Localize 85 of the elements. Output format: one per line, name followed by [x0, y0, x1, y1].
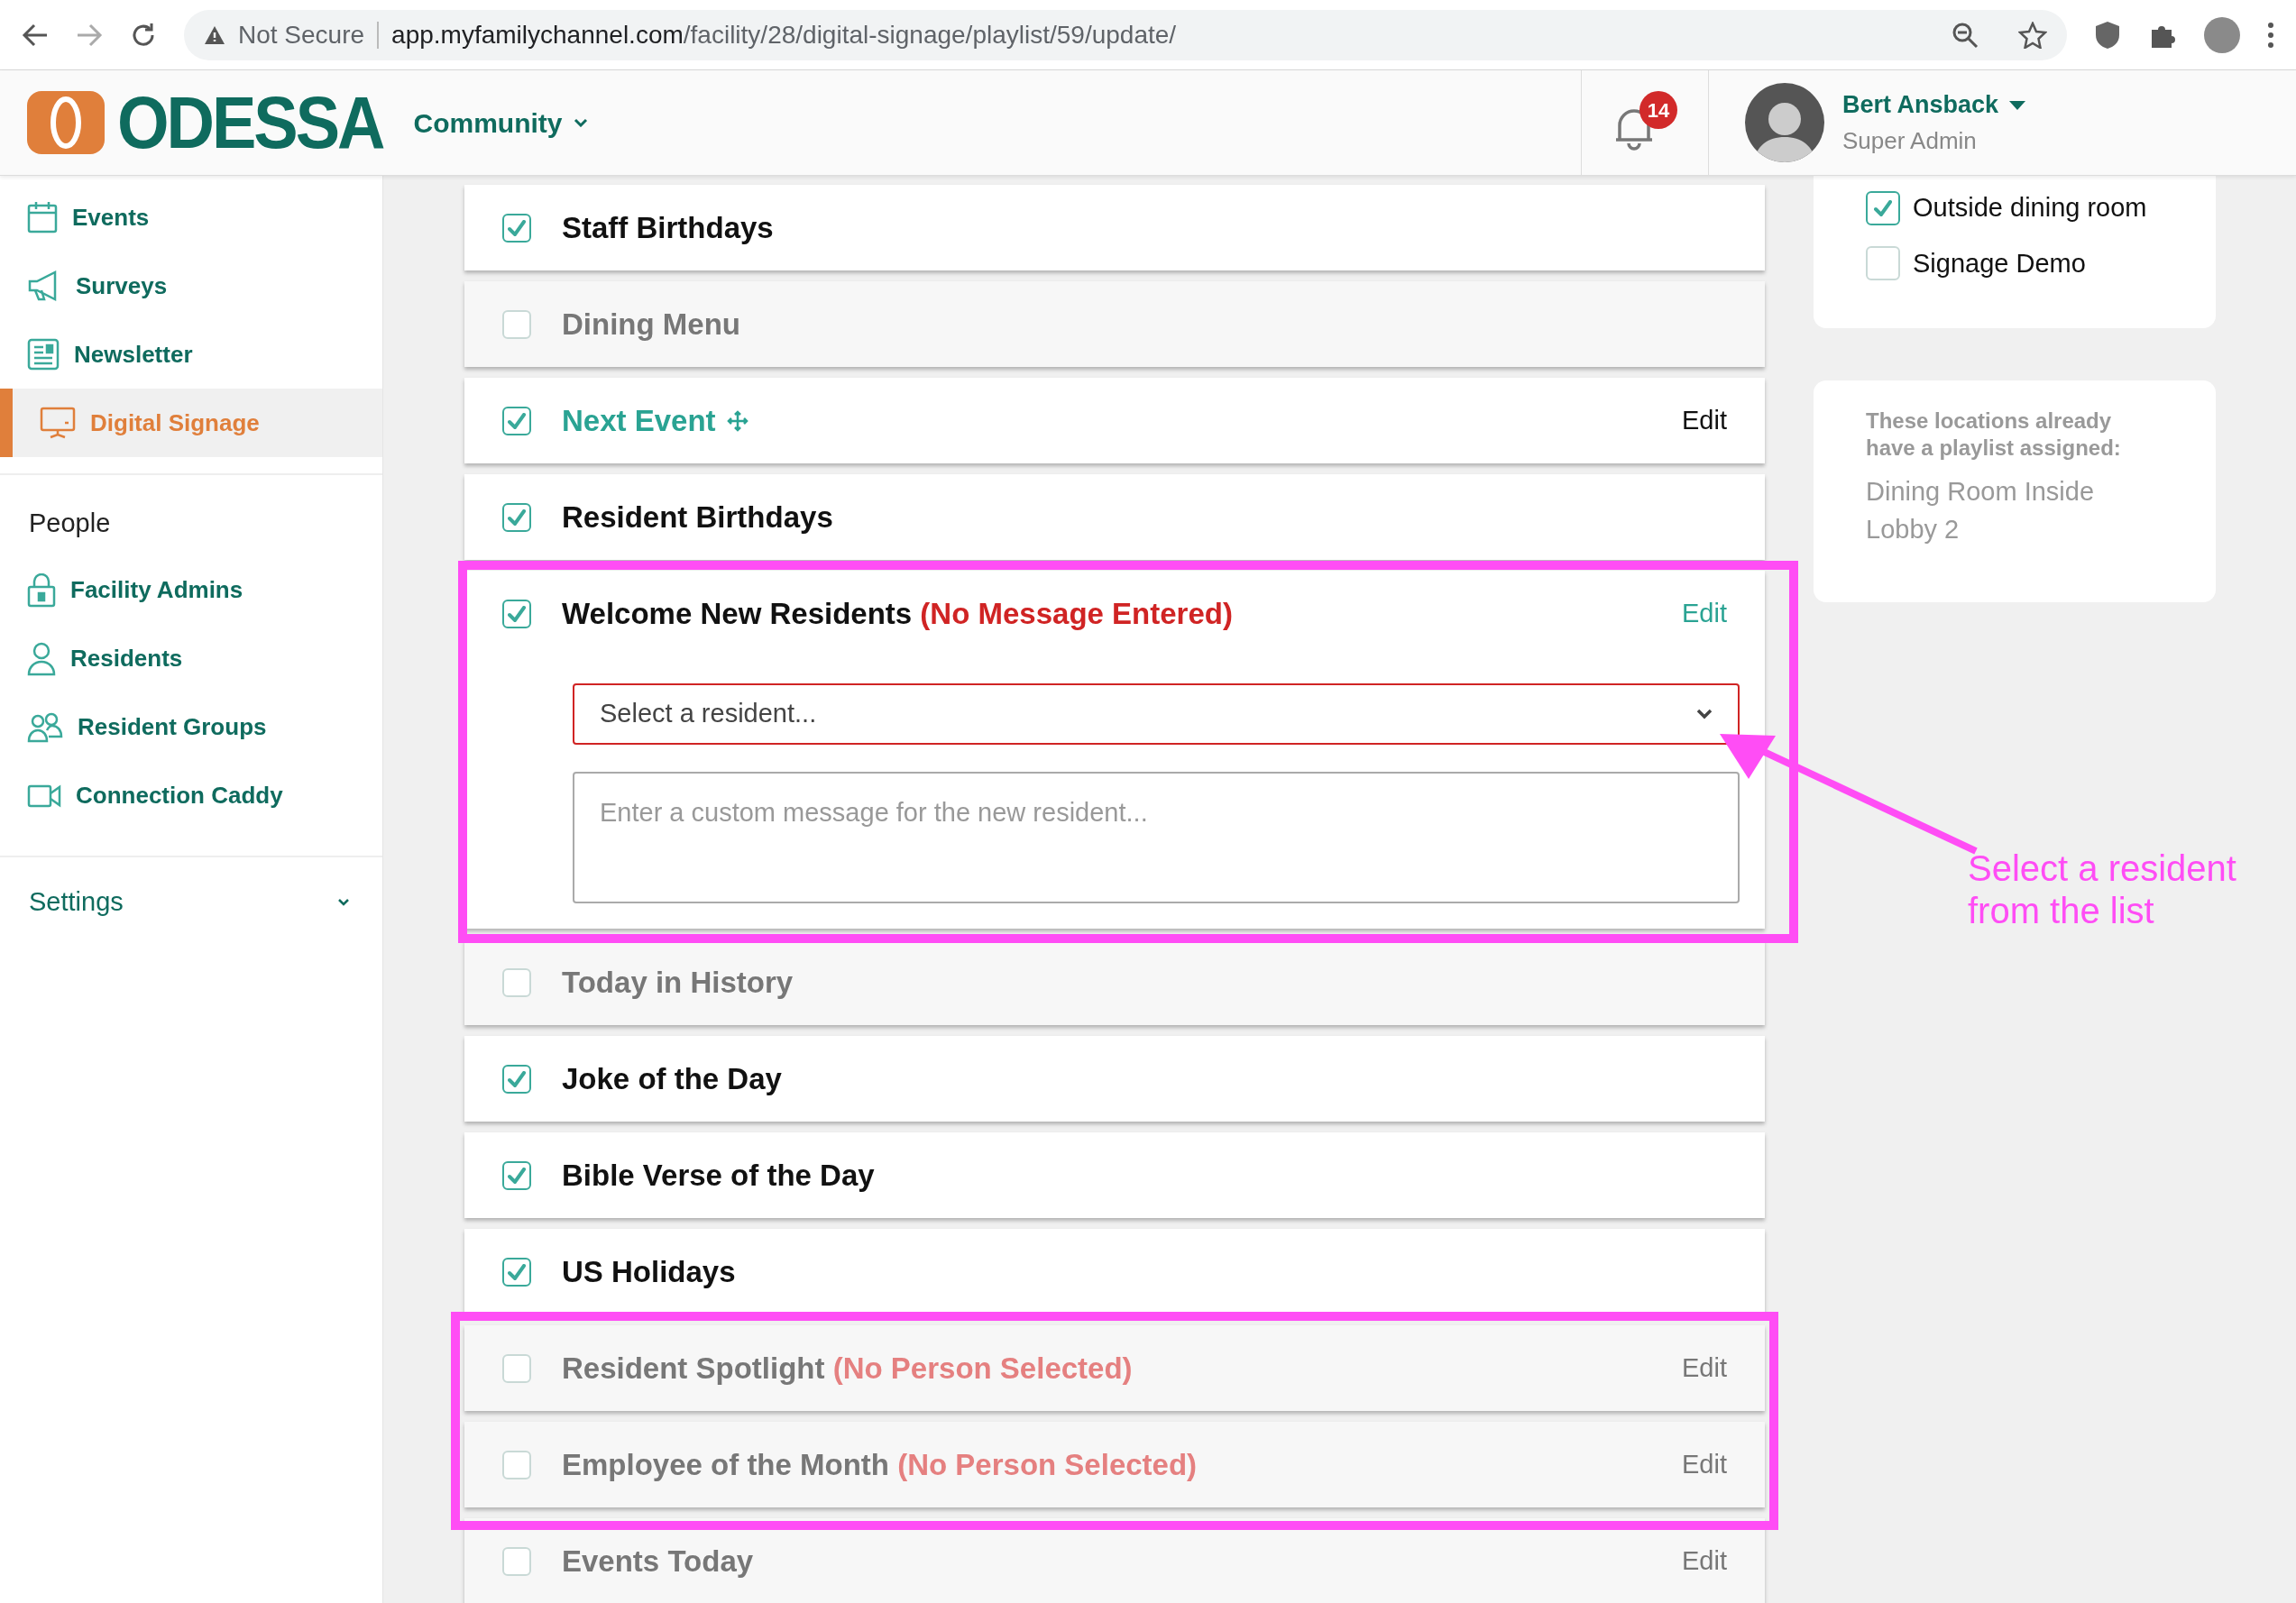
playlist-title: Next Event	[562, 402, 716, 439]
sidebar-item[interactable]: Events	[0, 183, 382, 252]
menu-icon[interactable]	[2267, 21, 2274, 49]
sidebar-item[interactable]: Resident Groups	[0, 692, 382, 762]
person-icon	[27, 641, 56, 676]
forward-icon[interactable]	[76, 22, 103, 48]
edit-link[interactable]: Edit	[1682, 1444, 1727, 1485]
caret-icon[interactable]	[2009, 100, 2025, 110]
lock-icon	[27, 572, 56, 608]
playlist-title: US Holidays	[562, 1253, 736, 1290]
checkbox[interactable]	[502, 1353, 531, 1383]
edit-link[interactable]: Edit	[1682, 400, 1727, 441]
checkbox[interactable]	[1866, 246, 1900, 281]
playlist-title: Today in History	[562, 964, 794, 1001]
check-icon	[508, 1263, 526, 1280]
chevron-down-icon	[573, 118, 588, 127]
shield-icon[interactable]	[2094, 20, 2121, 50]
location-name: Lobby 2	[1866, 514, 1961, 545]
checkbox[interactable]	[502, 1450, 531, 1479]
notification-bell[interactable]: 14	[1612, 91, 1677, 154]
check-icon	[508, 412, 526, 429]
user-role: Super Admin	[1841, 125, 1978, 156]
star-icon[interactable]	[2018, 21, 2047, 49]
check-icon	[1874, 199, 1892, 216]
sidebar-item[interactable]: Connection Caddy	[0, 761, 382, 830]
playlist-title: Dining Menu	[562, 306, 740, 343]
notification-badge: 14	[1639, 91, 1677, 129]
annotation-text: Select a resident from the list	[1968, 847, 2237, 932]
playlist-title: Resident Spotlight (No Person Selected)	[562, 1350, 1133, 1387]
sidebar-item[interactable]: Surveys	[0, 252, 382, 320]
playlist-title: Resident Birthdays	[562, 499, 833, 536]
user-name[interactable]: Bert Ansback	[1841, 87, 1998, 124]
monitor-icon	[40, 407, 76, 439]
url-text: app.myfamilychannel.com/facility/28/digital-signage/playlist/59/update/	[391, 19, 1177, 50]
checkbox[interactable]	[502, 1546, 531, 1576]
resident-select[interactable]: Select a resident...	[573, 683, 1740, 745]
location-label: Signage Demo	[1913, 247, 2086, 279]
people-icon	[27, 711, 63, 743]
move-icon[interactable]	[726, 409, 748, 432]
sidebar-item[interactable]: Facility Admins	[0, 555, 382, 625]
checkbox[interactable]	[502, 967, 531, 997]
check-icon	[508, 605, 526, 622]
assigned-heading: These locations already have a playlist assigned:	[1866, 408, 2122, 462]
check-icon	[508, 508, 526, 526]
playlist-title: Joke of the Day	[562, 1060, 782, 1097]
location-label: Outside dining room	[1913, 192, 2147, 224]
logo-text: ODESSA	[117, 86, 383, 160]
calendar-icon	[27, 201, 58, 234]
edit-link[interactable]: Edit	[1682, 1348, 1727, 1388]
section-heading: People	[28, 508, 112, 539]
logo-icon	[27, 91, 105, 154]
checkbox[interactable]	[502, 1064, 531, 1094]
check-icon	[508, 1167, 526, 1184]
playlist-title: Welcome New Residents (No Message Entered)	[562, 595, 1233, 632]
edit-link[interactable]: Edit	[1682, 1541, 1727, 1581]
sidebar-item[interactable]: Newsletter	[0, 320, 382, 389]
checkbox[interactable]	[502, 309, 531, 339]
checkbox[interactable]	[502, 502, 531, 532]
checkbox[interactable]	[502, 1257, 531, 1287]
security-label: Not Secure	[238, 19, 365, 50]
settings-toggle[interactable]: Settings	[0, 856, 382, 948]
checkbox[interactable]	[502, 213, 531, 243]
chevron-down-icon	[1696, 709, 1713, 719]
checkbox[interactable]	[502, 599, 531, 628]
playlist-title: Employee of the Month (No Person Selected)	[562, 1446, 1198, 1483]
community-dropdown[interactable]: Community	[413, 102, 588, 143]
location-name: Dining Room Inside	[1866, 476, 2096, 508]
video-camera-icon	[27, 783, 61, 809]
check-icon	[508, 1070, 526, 1087]
zoom-out-icon[interactable]	[1952, 21, 1979, 49]
chevron-down-icon	[337, 898, 350, 906]
playlist-title: Bible Verse of the Day	[562, 1157, 875, 1194]
checkbox[interactable]	[502, 1160, 531, 1190]
check-icon	[508, 219, 526, 236]
address-bar[interactable]: Not Secure app.myfamilychannel.com/facility/28/digital-signage/playlist/59/update/	[184, 9, 2067, 60]
back-icon[interactable]	[22, 22, 49, 48]
newspaper-icon	[27, 338, 60, 371]
message-field[interactable]: Enter a custom message for the new resident...	[573, 772, 1740, 903]
sidebar-item[interactable]: Residents	[0, 624, 382, 693]
playlist-title: Events Today	[562, 1543, 754, 1580]
playlist-title: Staff Birthdays	[562, 209, 774, 246]
profile-avatar[interactable]	[2204, 16, 2240, 53]
checkbox[interactable]	[1866, 190, 1900, 225]
checkbox[interactable]	[502, 406, 531, 435]
warning-icon	[204, 24, 225, 45]
